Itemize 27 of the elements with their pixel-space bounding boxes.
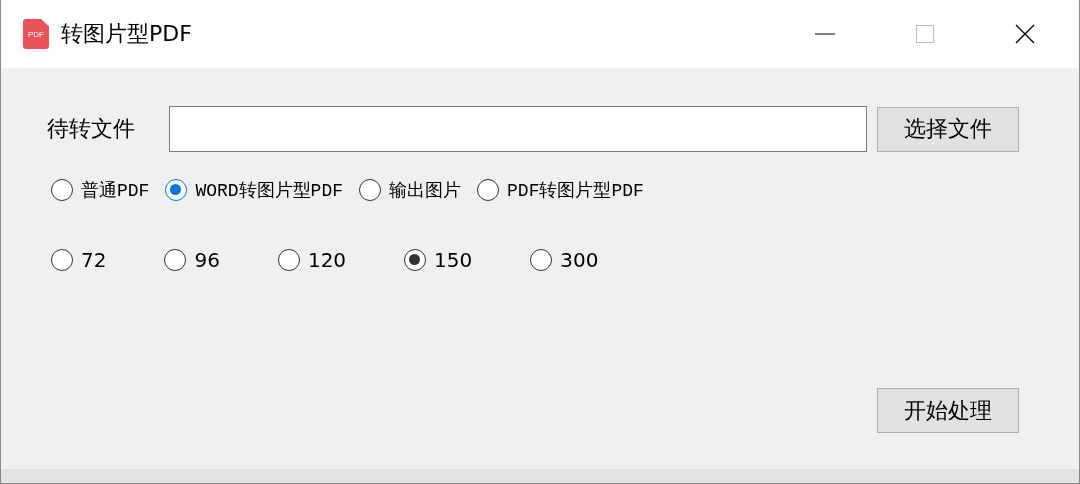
radio-label: 72 [81,248,107,272]
radio-button[interactable] [404,249,427,271]
radio-button[interactable] [477,179,500,201]
minimize-icon [815,33,835,35]
radio-button[interactable] [51,249,73,271]
radio-label: 普通PDF [81,179,150,202]
radio-button[interactable] [530,249,553,271]
start-button[interactable]: 开始处理 [877,388,1019,433]
radio-label: PDF转图片型PDF [507,180,644,202]
radio-label: 120 [307,248,347,272]
radio-button[interactable] [165,179,188,201]
choose-file-button[interactable]: 选择文件 [877,106,1019,152]
maximize-icon [915,24,935,44]
radio-button[interactable] [164,249,187,271]
radio-label: 输出图片 [389,180,462,202]
radio-button[interactable] [277,249,300,271]
field-label: 待转文件 [47,115,136,143]
radio-label: 300 [560,248,599,272]
radio-label: 150 [434,248,473,272]
radio-label: WORD转图片型PDF [195,180,344,202]
radio-button[interactable] [51,179,73,201]
close-icon [1015,24,1035,44]
pdf-file-icon: PDF [23,19,49,49]
window-title: 转图片型PDF [61,20,192,48]
file-path-field[interactable] [169,106,867,152]
radio-label: 96 [194,248,220,272]
radio-button[interactable] [359,179,382,201]
